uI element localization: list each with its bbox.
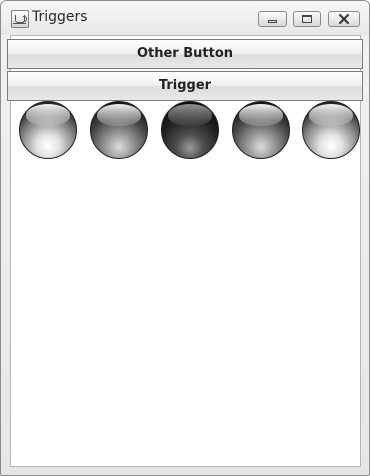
other-button[interactable]: Other Button <box>7 39 363 69</box>
indicator-orb-3 <box>161 101 219 159</box>
indicator-row <box>1 101 369 161</box>
java-cup-icon[interactable] <box>11 10 29 28</box>
window-title: Triggers <box>32 9 88 25</box>
indicator-orb-5 <box>302 101 360 159</box>
close-icon <box>339 14 349 24</box>
maximize-button[interactable] <box>293 11 321 27</box>
title-bar[interactable]: Triggers <box>1 1 369 35</box>
close-button[interactable] <box>328 11 360 27</box>
indicator-orb-1 <box>19 101 77 159</box>
minimize-button[interactable] <box>258 11 287 27</box>
maximize-icon <box>302 15 312 23</box>
indicator-orb-4 <box>232 101 290 159</box>
app-window: Triggers Other Button Trigger <box>0 0 370 476</box>
minimize-icon <box>268 20 277 23</box>
trigger-button[interactable]: Trigger <box>7 71 363 101</box>
indicator-orb-2 <box>90 101 148 159</box>
